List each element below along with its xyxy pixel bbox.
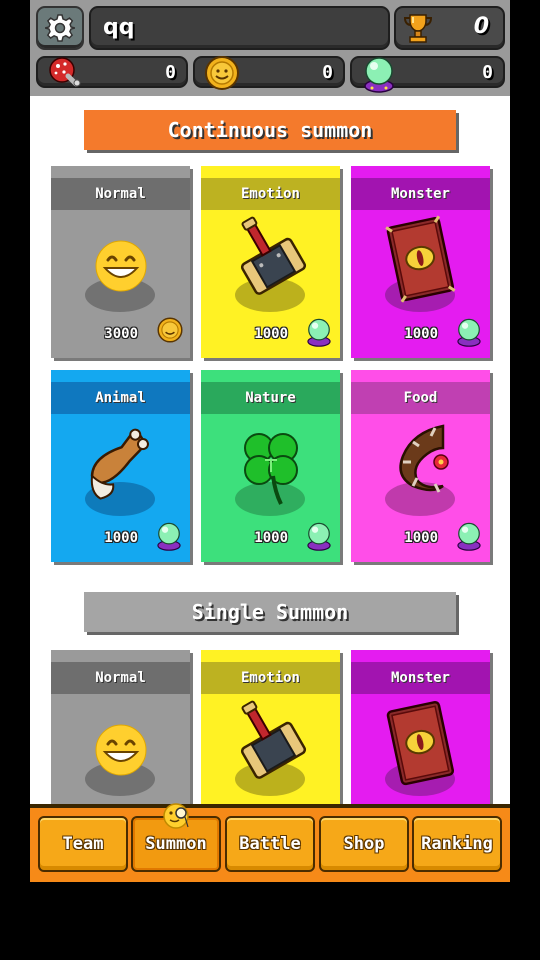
card-label: Nature [201, 382, 340, 414]
nav-team-button[interactable]: Team [38, 816, 128, 872]
continuous-summon-title: Continuous summon [167, 118, 373, 142]
nav-shop-button[interactable]: Shop [319, 816, 409, 872]
single-summon-title: Single Summon [191, 600, 349, 624]
coin-value: 0 [322, 62, 333, 83]
thorn-vine-icon [399, 424, 449, 493]
card-label: Emotion [201, 662, 340, 694]
card-label: Emotion [201, 178, 340, 210]
card-price: 1000 [254, 326, 288, 342]
green-orb-icon [364, 57, 394, 93]
green-orb-icon [457, 318, 481, 347]
summon-card-monster[interactable]: Monster 1000 [351, 166, 490, 358]
summon-card-nature[interactable]: Nature 1000 [201, 370, 340, 562]
green-orb-icon [157, 522, 181, 551]
spellbook-icon [385, 215, 456, 303]
settings-button[interactable] [36, 6, 84, 50]
card-price: 3000 [104, 326, 138, 342]
continuous-summon-banner: Continuous summon [84, 110, 456, 150]
coin-resource[interactable]: 0 [193, 56, 345, 90]
spellbook-icon [386, 700, 455, 786]
top-header: qq 0 0 0 0 [30, 0, 510, 96]
nav-ranking-button[interactable]: Ranking [412, 816, 502, 872]
orb-resource[interactable]: 0 [350, 56, 505, 93]
card-label: Food [351, 382, 490, 414]
bone-icon [90, 428, 149, 500]
card-price: 1000 [404, 326, 438, 342]
meat-resource[interactable]: 0 [36, 56, 188, 88]
card-price: 1000 [104, 530, 138, 546]
trophy-icon [403, 14, 433, 43]
summon-card-animal[interactable]: Animal 1000 [51, 370, 190, 562]
clover-icon [244, 433, 298, 505]
summon-card-normal[interactable]: Normal 3000 [51, 166, 190, 358]
coin-icon [157, 317, 183, 343]
meat-value: 0 [165, 62, 176, 83]
card-label: Animal [51, 382, 190, 414]
card-label: Normal [51, 178, 190, 210]
player-name: qq [103, 15, 135, 40]
orb-value: 0 [482, 62, 493, 83]
green-orb-icon [457, 522, 481, 551]
monocle-smiley-icon [163, 803, 189, 829]
hammer-icon [240, 216, 307, 295]
smiley-icon [95, 240, 147, 292]
coin-icon [205, 56, 239, 90]
nav-battle-button[interactable]: Battle [225, 816, 315, 872]
green-orb-icon [307, 318, 331, 347]
gear-icon [45, 14, 75, 42]
app-screen: qq 0 0 0 0 Continuous summon Normal 3000… [30, 0, 510, 882]
smiley-icon [95, 724, 147, 776]
hammer-icon [240, 700, 307, 779]
single-summon-banner: Single Summon [84, 592, 456, 632]
trophy-box[interactable]: 0 [394, 6, 505, 50]
trophy-value: 0 [473, 14, 489, 39]
green-orb-icon [307, 522, 331, 551]
player-name-box[interactable]: qq [89, 6, 390, 50]
card-price: 1000 [404, 530, 438, 546]
card-label: Monster [351, 662, 490, 694]
summon-card-food[interactable]: Food 1000 [351, 370, 490, 562]
summon-card-emotion[interactable]: Emotion 1000 [201, 166, 340, 358]
card-price: 1000 [254, 530, 288, 546]
bottom-nav: Team Summon Battle Shop Ranking [30, 803, 510, 882]
meat-icon [49, 57, 81, 87]
card-label: Normal [51, 662, 190, 694]
card-label: Monster [351, 178, 490, 210]
